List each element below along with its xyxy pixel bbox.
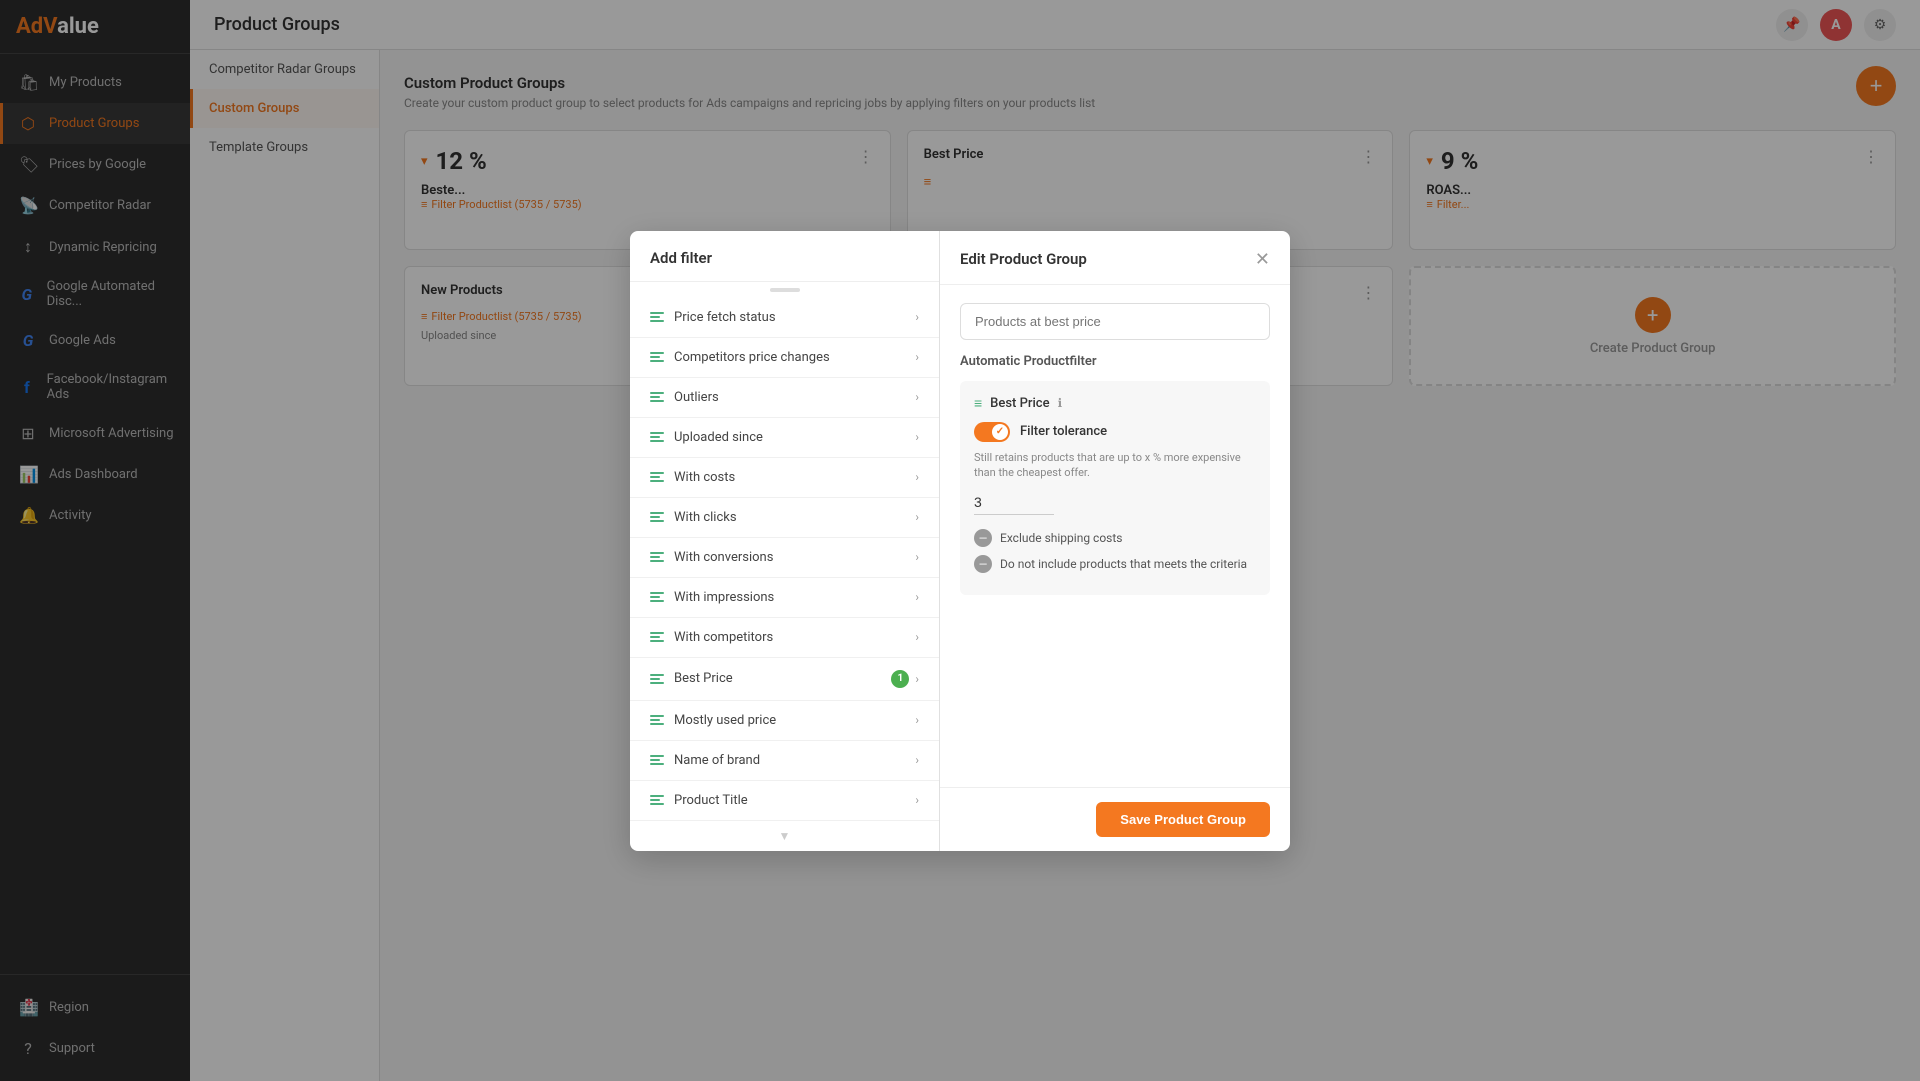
- filter-lines-icon: [650, 715, 664, 725]
- filter-badge: 1: [891, 670, 909, 688]
- tolerance-description: Still retains products that are up to x …: [974, 450, 1256, 481]
- filter-box-name: Best Price: [990, 396, 1049, 411]
- exclude-criteria-label: Do not include products that meets the c…: [1000, 557, 1247, 571]
- exclude-criteria-row: — Do not include products that meets the…: [974, 555, 1256, 573]
- exclude-shipping-icon: —: [974, 529, 992, 547]
- chevron-right-icon: ›: [915, 310, 919, 324]
- tolerance-input[interactable]: [974, 490, 1054, 515]
- filter-item-name-of-brand[interactable]: Name of brand ›: [630, 741, 939, 781]
- chevron-right-icon: ›: [915, 390, 919, 404]
- toggle-label: Filter tolerance: [1020, 424, 1107, 439]
- filter-lines-icon: [650, 674, 664, 684]
- edit-panel-title: Edit Product Group: [960, 250, 1087, 268]
- chevron-right-icon: ›: [915, 470, 919, 484]
- chevron-right-icon: ›: [915, 630, 919, 644]
- filter-item-with-clicks[interactable]: With clicks ›: [630, 498, 939, 538]
- filter-item-with-impressions[interactable]: With impressions ›: [630, 578, 939, 618]
- filter-item-uploaded-since[interactable]: Uploaded since ›: [630, 418, 939, 458]
- filter-lines-icon: [650, 312, 664, 322]
- filter-lines-icon: [650, 432, 664, 442]
- filter-lines-icon: [650, 592, 664, 602]
- chevron-right-icon: ›: [915, 753, 919, 767]
- exclude-shipping-row: — Exclude shipping costs: [974, 529, 1256, 547]
- edit-panel: Edit Product Group ✕ Automatic Productfi…: [940, 231, 1290, 851]
- filter-item-mostly-used-price[interactable]: Mostly used price ›: [630, 701, 939, 741]
- exclude-criteria-icon: —: [974, 555, 992, 573]
- chevron-right-icon: ›: [915, 590, 919, 604]
- filter-box: ≡ Best Price ℹ ✓ Filter tolerance Still …: [960, 381, 1270, 596]
- chevron-right-icon: ›: [915, 713, 919, 727]
- filter-lines-icon: [650, 552, 664, 562]
- info-icon[interactable]: ℹ: [1058, 396, 1063, 410]
- modal-overlay[interactable]: Add filter Price fetch status ›: [0, 0, 1920, 1081]
- chevron-right-icon: ›: [915, 672, 919, 686]
- filter-panel-header: Add filter: [630, 231, 939, 282]
- filter-lines-icon: [650, 632, 664, 642]
- close-button[interactable]: ✕: [1255, 249, 1270, 270]
- filter-panel: Add filter Price fetch status ›: [630, 231, 940, 851]
- filter-panel-title: Add filter: [650, 249, 919, 267]
- filter-item-product-title[interactable]: Product Title ›: [630, 781, 939, 820]
- filter-tolerance-toggle[interactable]: ✓: [974, 422, 1010, 442]
- filter-item-with-competitors[interactable]: With competitors ›: [630, 618, 939, 658]
- chevron-right-icon: ›: [915, 350, 919, 364]
- filter-lines-icon: [650, 472, 664, 482]
- chevron-right-icon: ›: [915, 793, 919, 807]
- filter-item-with-conversions[interactable]: With conversions ›: [630, 538, 939, 578]
- filter-item-outliers[interactable]: Outliers ›: [630, 378, 939, 418]
- edit-panel-header: Edit Product Group ✕: [940, 231, 1290, 285]
- filter-lines-icon: [650, 755, 664, 765]
- filter-list: Price fetch status › Competitors price c…: [630, 298, 939, 820]
- edit-panel-body: Automatic Productfilter ≡ Best Price ℹ ✓: [940, 285, 1290, 787]
- chevron-right-icon: ›: [915, 550, 919, 564]
- filter-box-header: ≡ Best Price ℹ: [974, 395, 1256, 412]
- toggle-knob: ✓: [992, 424, 1008, 440]
- filter-item-best-price[interactable]: Best Price 1 ›: [630, 658, 939, 701]
- save-product-group-button[interactable]: Save Product Group: [1096, 802, 1270, 837]
- toggle-row: ✓ Filter tolerance: [974, 422, 1256, 442]
- exclude-shipping-label: Exclude shipping costs: [1000, 531, 1122, 545]
- add-filter-modal: Add filter Price fetch status ›: [630, 231, 1290, 851]
- chevron-right-icon: ›: [915, 510, 919, 524]
- chevron-right-icon: ›: [915, 430, 919, 444]
- scroll-indicator: ▼: [630, 820, 939, 851]
- group-name-input[interactable]: [960, 303, 1270, 340]
- auto-filter-label: Automatic Productfilter: [960, 354, 1270, 369]
- filter-lines-icon: [650, 392, 664, 402]
- filter-lines-icon: [650, 795, 664, 805]
- filter-item-competitors-price-changes[interactable]: Competitors price changes ›: [630, 338, 939, 378]
- filter-lines-icon: [650, 352, 664, 362]
- edit-panel-footer: Save Product Group: [940, 787, 1290, 851]
- filter-item-with-costs[interactable]: With costs ›: [630, 458, 939, 498]
- filter-item-price-fetch-status[interactable]: Price fetch status ›: [630, 298, 939, 338]
- filter-lines-icon: [650, 512, 664, 522]
